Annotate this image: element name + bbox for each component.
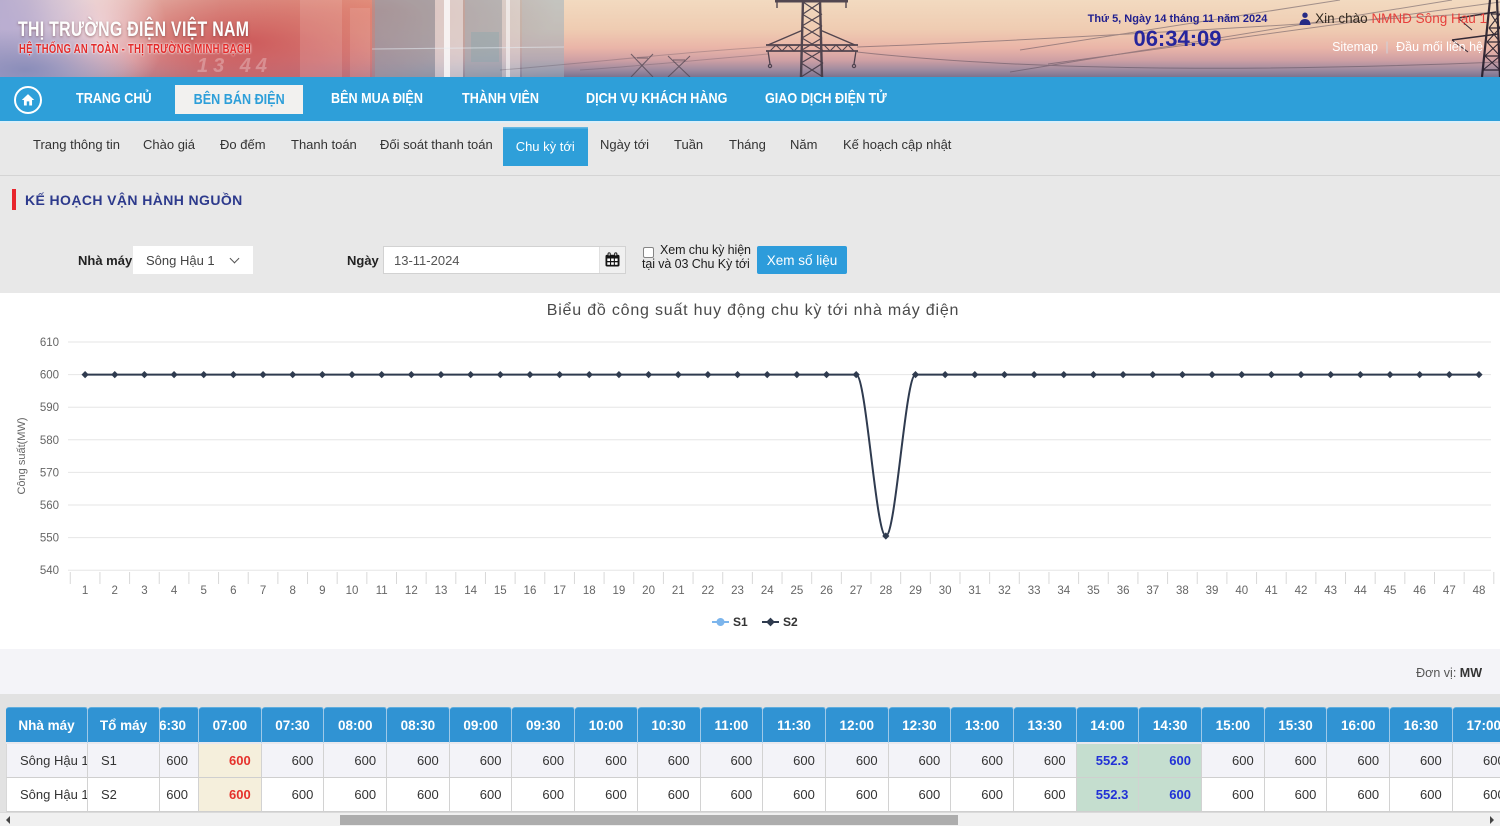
svg-text:10: 10 (346, 585, 359, 597)
svg-text:8: 8 (289, 585, 295, 597)
svg-text:24: 24 (761, 585, 774, 597)
svg-text:1: 1 (82, 585, 88, 597)
svg-text:610: 610 (40, 337, 59, 349)
svg-text:Biểu đồ công suất huy động chu: Biểu đồ công suất huy động chu kỳ tới nh… (547, 301, 960, 319)
svg-text:29: 29 (909, 585, 922, 597)
svg-text:13: 13 (435, 585, 448, 597)
svg-text:S1: S1 (733, 615, 748, 629)
svg-text:28: 28 (879, 585, 892, 597)
svg-text:560: 560 (40, 500, 59, 512)
svg-text:25: 25 (790, 585, 803, 597)
svg-text:590: 590 (40, 402, 59, 414)
svg-text:15: 15 (494, 585, 507, 597)
svg-text:17: 17 (553, 585, 566, 597)
svg-text:45: 45 (1384, 585, 1397, 597)
svg-text:19: 19 (613, 585, 626, 597)
svg-text:31: 31 (968, 585, 981, 597)
svg-text:14: 14 (464, 585, 477, 597)
svg-text:540: 540 (40, 565, 59, 577)
svg-text:6: 6 (230, 585, 236, 597)
svg-text:570: 570 (40, 467, 59, 479)
svg-text:18: 18 (583, 585, 596, 597)
svg-text:42: 42 (1295, 585, 1308, 597)
svg-text:23: 23 (731, 585, 744, 597)
svg-text:26: 26 (820, 585, 833, 597)
svg-text:46: 46 (1413, 585, 1426, 597)
svg-text:9: 9 (319, 585, 325, 597)
svg-text:3: 3 (141, 585, 147, 597)
svg-text:12: 12 (405, 585, 418, 597)
svg-text:36: 36 (1117, 585, 1130, 597)
svg-text:550: 550 (40, 533, 59, 545)
svg-text:22: 22 (701, 585, 714, 597)
svg-text:34: 34 (1057, 585, 1070, 597)
svg-text:S2: S2 (783, 615, 798, 629)
svg-text:33: 33 (1028, 585, 1041, 597)
svg-text:5: 5 (201, 585, 207, 597)
svg-text:35: 35 (1087, 585, 1100, 597)
svg-text:580: 580 (40, 435, 59, 447)
svg-text:30: 30 (939, 585, 952, 597)
svg-text:43: 43 (1324, 585, 1337, 597)
svg-text:16: 16 (524, 585, 537, 597)
svg-text:48: 48 (1473, 585, 1486, 597)
svg-text:11: 11 (376, 585, 388, 597)
svg-text:32: 32 (998, 585, 1011, 597)
svg-text:38: 38 (1176, 585, 1189, 597)
svg-text:27: 27 (850, 585, 863, 597)
svg-text:20: 20 (642, 585, 655, 597)
svg-text:Công suất(MW): Công suất(MW) (16, 417, 28, 494)
svg-text:44: 44 (1354, 585, 1367, 597)
svg-text:40: 40 (1235, 585, 1248, 597)
svg-text:37: 37 (1146, 585, 1159, 597)
svg-text:600: 600 (40, 370, 59, 382)
svg-text:41: 41 (1265, 585, 1278, 597)
svg-text:7: 7 (260, 585, 266, 597)
svg-text:4: 4 (171, 585, 178, 597)
svg-text:39: 39 (1206, 585, 1219, 597)
svg-text:21: 21 (672, 585, 685, 597)
svg-text:2: 2 (112, 585, 118, 597)
svg-text:47: 47 (1443, 585, 1456, 597)
